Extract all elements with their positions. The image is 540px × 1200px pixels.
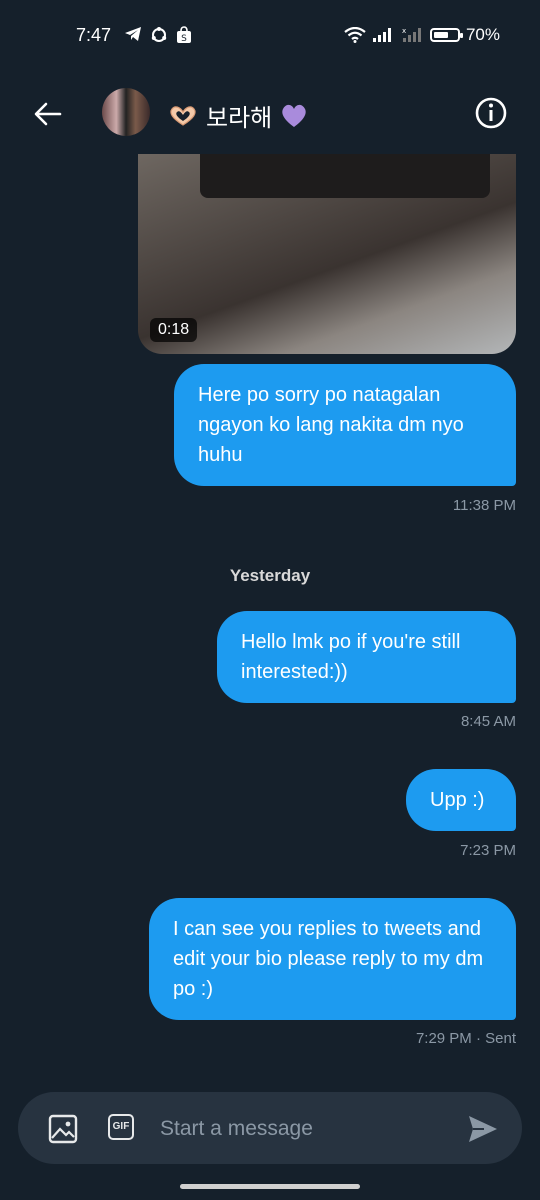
system-status: x 70% xyxy=(344,25,500,45)
purple-heart-icon xyxy=(282,104,306,127)
message-bubble[interactable]: I can see you replies to tweets and edit… xyxy=(149,898,516,1020)
video-thumbnail xyxy=(200,154,490,198)
notification-icons: S xyxy=(124,26,192,44)
message-text: I can see you replies to tweets and edit… xyxy=(173,918,484,1000)
signal-icon xyxy=(372,28,391,42)
telegram-icon xyxy=(125,27,141,41)
status-time: 7:47 xyxy=(76,25,112,45)
message-timestamp: 8:45 AM xyxy=(460,713,516,730)
video-duration: 0:18 xyxy=(150,318,198,342)
message-input[interactable] xyxy=(158,1110,452,1148)
battery-percent: 70% xyxy=(465,25,500,44)
sync-icon xyxy=(151,27,167,42)
avatar[interactable] xyxy=(102,88,150,136)
svg-text:x: x xyxy=(402,27,406,35)
message-bubble[interactable]: Here po sorry po natagalan ngayon ko lan… xyxy=(174,364,516,486)
battery-icon xyxy=(429,28,463,42)
status-bar: 7:47 S x 70% xyxy=(0,0,540,72)
svg-text:S: S xyxy=(181,34,187,44)
conversation-title[interactable]: 보라해 xyxy=(168,98,308,133)
image-icon[interactable] xyxy=(48,1114,78,1144)
message-timestamp: 7:23 PM xyxy=(460,842,516,859)
message-text: Here po sorry po natagalan ngayon ko lan… xyxy=(198,384,464,466)
back-arrow-icon[interactable] xyxy=(30,96,66,132)
wifi-icon xyxy=(344,27,366,43)
message-composer: GIF xyxy=(18,1092,522,1164)
message-bubble[interactable]: Hello lmk po if you're still interested:… xyxy=(217,611,516,703)
info-icon[interactable] xyxy=(474,96,508,130)
message-text: Upp :) xyxy=(430,789,485,811)
shopee-icon: S xyxy=(177,26,191,44)
day-separator: Yesterday xyxy=(229,566,311,585)
message-text: Hello lmk po if you're still interested:… xyxy=(241,631,461,683)
contact-name: 보라해 xyxy=(206,105,273,132)
heart-hands-icon xyxy=(170,105,196,126)
conversation-header: 보라해 xyxy=(0,80,540,150)
signal-no-service-icon: x xyxy=(402,27,421,42)
send-icon[interactable] xyxy=(466,1112,500,1146)
message-timestamp: 7:29 PM · Sent xyxy=(415,1030,516,1047)
message-timestamp: 11:38 PM xyxy=(452,497,516,514)
video-message[interactable]: 0:18 xyxy=(138,154,516,354)
home-indicator xyxy=(180,1184,360,1189)
gif-button[interactable]: GIF xyxy=(108,1114,134,1140)
message-bubble[interactable]: Upp :) xyxy=(406,769,516,831)
